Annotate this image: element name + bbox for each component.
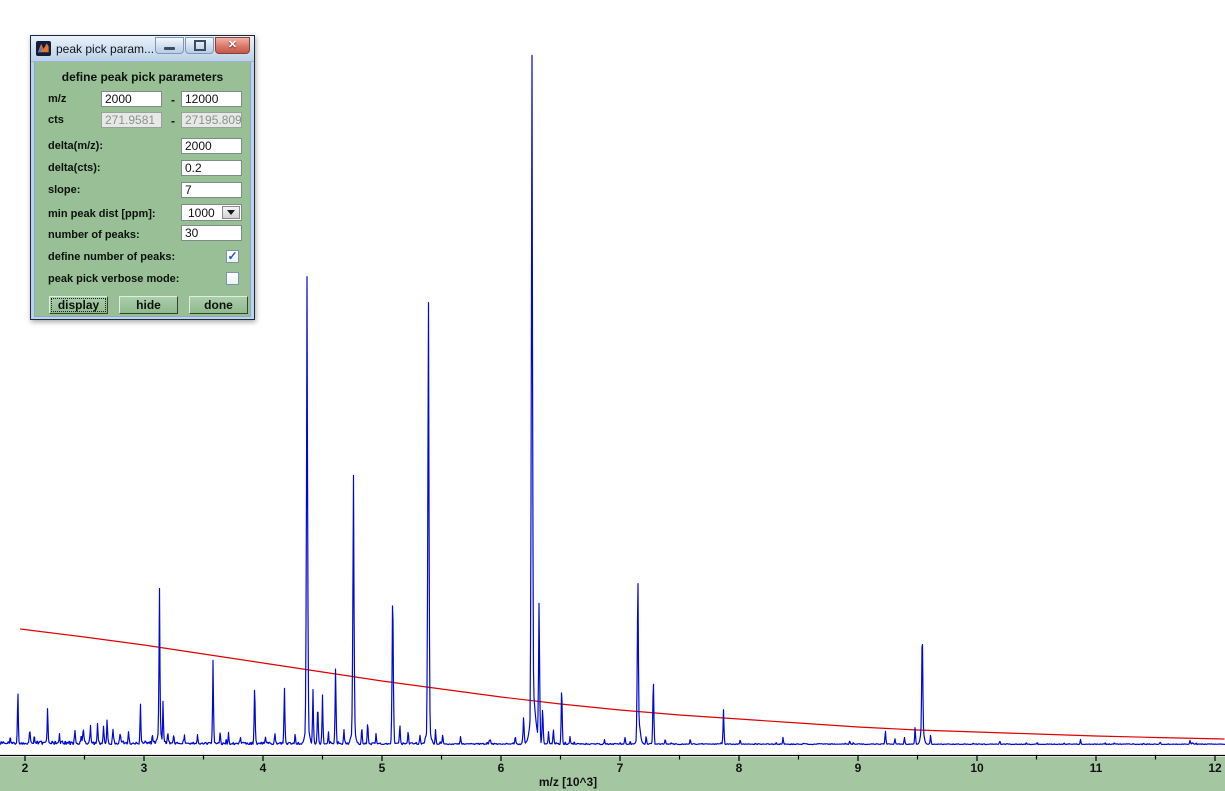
delta-cts-input[interactable] — [181, 160, 242, 176]
matlab-icon — [36, 41, 51, 56]
peak-pick-dialog: peak pick param... ✕ define peak pick pa… — [30, 35, 255, 320]
restore-icon — [194, 40, 206, 51]
verbose-label: peak pick verbose mode: — [48, 273, 179, 285]
close-icon: ✕ — [228, 40, 237, 51]
cts-from-input — [101, 112, 162, 128]
mz-label: m/z — [48, 93, 66, 105]
dialog-body: define peak pick parameters m/z - cts - … — [34, 62, 251, 317]
x-tick-label: 10 — [970, 761, 983, 775]
x-tick-label: 5 — [379, 761, 386, 775]
matlab-figure-window: 2 3 4 5 6 7 8 9 10 11 12 m/z [10^3] peak pick para… — [0, 0, 1225, 791]
slope-input[interactable] — [181, 182, 242, 198]
cts-range-dash: - — [168, 114, 178, 128]
verbose-checkbox[interactable]: ✓ — [226, 272, 239, 285]
mz-to-input[interactable] — [181, 91, 242, 107]
x-tick-label: 8 — [736, 761, 743, 775]
done-button[interactable]: done — [189, 296, 248, 314]
min-peak-dist-label: min peak dist [ppm]: — [48, 208, 156, 220]
dialog-titlebar[interactable]: peak pick param... ✕ — [31, 36, 254, 62]
x-tick-label: 2 — [22, 761, 29, 775]
x-axis-title: m/z [10^3] — [539, 775, 597, 789]
slope-label: slope: — [48, 184, 80, 196]
x-tick-label: 3 — [141, 761, 148, 775]
delta-cts-label: delta(cts): — [48, 162, 101, 174]
close-button[interactable]: ✕ — [215, 37, 250, 54]
cts-label: cts — [48, 114, 64, 126]
num-peaks-label: number of peaks: — [48, 229, 140, 241]
chevron-down-icon — [227, 210, 235, 215]
min-peak-dist-value: 1000 — [188, 206, 215, 220]
delta-mz-label: delta(m/z): — [48, 140, 103, 152]
define-num-peaks-checkbox[interactable]: ✓ — [226, 250, 239, 263]
mz-range-dash: - — [168, 93, 178, 107]
x-tick-label: 12 — [1208, 761, 1221, 775]
cts-to-input — [181, 112, 242, 128]
mz-from-input[interactable] — [101, 91, 162, 107]
x-tick-label: 9 — [855, 761, 862, 775]
x-tick-label: 7 — [617, 761, 624, 775]
minimize-button[interactable] — [155, 37, 184, 54]
dropdown-button[interactable] — [222, 206, 240, 219]
x-tick-label: 11 — [1090, 761, 1103, 775]
min-peak-dist-dropdown[interactable]: 1000 — [181, 204, 242, 221]
minimize-icon — [164, 47, 175, 50]
num-peaks-input[interactable] — [181, 225, 242, 241]
display-button[interactable]: display — [49, 296, 108, 314]
delta-mz-input[interactable] — [181, 138, 242, 154]
restore-button[interactable] — [185, 37, 214, 54]
checkmark-icon: ✓ — [227, 250, 237, 262]
dialog-heading: define peak pick parameters — [35, 70, 250, 84]
define-num-peaks-label: define number of peaks: — [48, 251, 175, 263]
x-tick-label: 4 — [260, 761, 267, 775]
threshold-line — [20, 629, 1224, 739]
hide-button[interactable]: hide — [119, 296, 178, 314]
x-tick-label: 6 — [498, 761, 505, 775]
